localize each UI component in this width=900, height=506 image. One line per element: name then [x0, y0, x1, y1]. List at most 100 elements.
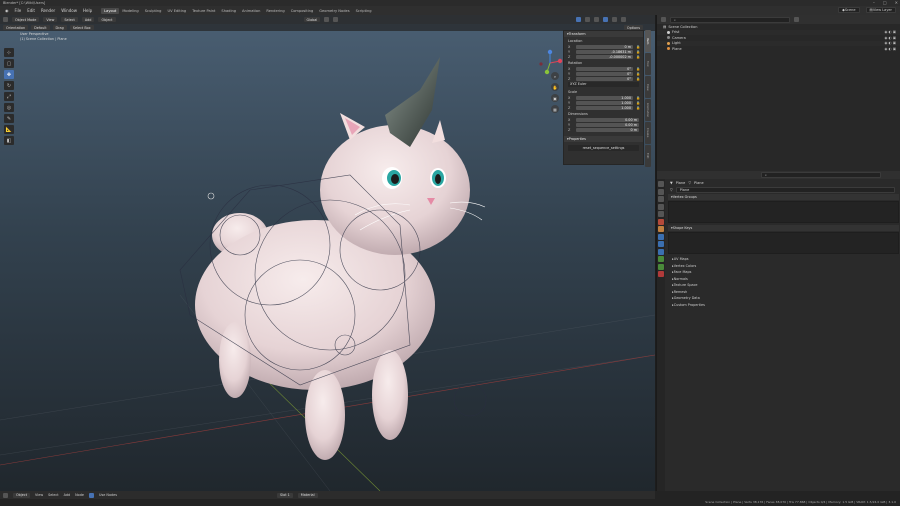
tab-modeling[interactable]: Modeling	[119, 8, 141, 14]
material-dropdown[interactable]: Material	[297, 492, 318, 498]
menu-window[interactable]: Window	[58, 8, 80, 13]
scene-tab-icon[interactable]	[658, 211, 664, 217]
transform-tool-icon[interactable]: ◎	[4, 103, 14, 112]
view-layer-selector[interactable]: ▤ View Layer	[865, 7, 896, 13]
tab-view[interactable]: View	[645, 76, 651, 98]
use-nodes-checkbox[interactable]	[89, 492, 94, 498]
data-name-field[interactable]: ▽ Plane	[666, 186, 900, 193]
tool-tab-icon[interactable]	[658, 181, 664, 187]
camera-view-icon[interactable]: ▣	[551, 94, 559, 102]
world-tab-icon[interactable]	[658, 218, 664, 225]
rotate-tool-icon[interactable]: ↻	[4, 81, 14, 90]
lock-icon[interactable]: 🔒	[636, 101, 640, 105]
tab-rendering[interactable]: Rendering	[263, 8, 287, 14]
view-layer-tab-icon[interactable]	[658, 203, 664, 210]
select-box-tool-icon[interactable]: ▢	[4, 59, 14, 68]
measure-tool-icon[interactable]: 📐	[4, 125, 14, 134]
scene-selector[interactable]: ◆ Scene	[838, 7, 860, 13]
zoom-icon[interactable]: ⌕	[551, 72, 559, 80]
dimensions-z-field[interactable]: 0 m	[576, 127, 639, 132]
lock-icon[interactable]: 🔒	[636, 106, 640, 110]
vertex-groups-section[interactable]: ▾ Vertex Groups	[668, 194, 899, 200]
scale-z-field[interactable]: 1.000	[576, 105, 633, 110]
physics-tab-icon[interactable]	[658, 248, 664, 255]
material-tab-icon[interactable]	[658, 271, 664, 277]
visibility-icons[interactable]: ◉ ◐ ▣	[884, 47, 896, 51]
modifiers-tab-icon[interactable]	[658, 233, 664, 240]
properties-panel-header[interactable]: ▾ Properties	[564, 136, 643, 142]
visibility-icons[interactable]: ◉ ◐ ▣	[884, 30, 896, 34]
scale-y-field[interactable]: 1.000	[576, 100, 633, 105]
rotation-z-field[interactable]: 0°	[576, 76, 633, 81]
menu-add-footer[interactable]: Add	[64, 493, 71, 497]
rotation-x-field[interactable]: 0°	[576, 66, 633, 71]
blender-logo-icon[interactable]: ◉	[2, 8, 12, 13]
tab-sculpting[interactable]: Sculpting	[142, 8, 165, 14]
shape-keys-list[interactable]	[668, 232, 899, 254]
visibility-icons[interactable]: ◉ ◐ ▣	[884, 36, 896, 40]
lock-icon[interactable]: 🔒	[636, 45, 640, 49]
cursor-tool-icon[interactable]: ⊹	[4, 48, 14, 57]
lock-icon[interactable]: 🔒	[636, 72, 640, 76]
add-cube-tool-icon[interactable]: ◧	[4, 136, 14, 145]
menu-render[interactable]: Render	[38, 8, 58, 13]
dimensions-x-field[interactable]: 0.00 m	[576, 117, 639, 122]
location-z-field[interactable]: -0.000002 m	[576, 54, 633, 59]
reset-sequence-settings-button[interactable]: reset_sequence_settings	[568, 145, 639, 151]
tab-geometry-nodes[interactable]: Geometry Nodes	[316, 8, 352, 14]
particles-tab-icon[interactable]	[658, 241, 664, 247]
move-tool-icon[interactable]: ✥	[4, 70, 14, 79]
slot-dropdown[interactable]: Slot 1	[277, 492, 293, 498]
tab-scripting[interactable]: Scripting	[353, 8, 375, 14]
ortho-toggle-icon[interactable]: ▦	[551, 105, 559, 113]
lock-icon[interactable]: 🔒	[636, 67, 640, 71]
outliner-search-input[interactable]: ⌕	[670, 16, 790, 23]
tab-texture-paint[interactable]: Texture Paint	[189, 8, 218, 14]
custom-properties-subpanel[interactable]: ▸ Custom Properties	[666, 302, 900, 309]
tab-compositing[interactable]: Compositing	[288, 8, 317, 14]
shape-keys-section[interactable]: ▾ Shape Keys	[668, 225, 899, 231]
3d-viewport[interactable]: Object Mode View Select Add Object Globa…	[0, 15, 655, 491]
menu-node-footer[interactable]: Node	[75, 493, 84, 497]
menu-help[interactable]: Help	[80, 8, 95, 13]
lock-icon[interactable]: 🔒	[636, 55, 640, 59]
menu-object-footer[interactable]: Object	[13, 492, 31, 498]
location-x-field[interactable]: 0 m	[576, 44, 633, 49]
scale-x-field[interactable]: 1.000	[576, 95, 633, 100]
output-tab-icon[interactable]	[658, 196, 664, 202]
outliner-item[interactable]: Plane ◉ ◐ ▣	[657, 46, 900, 52]
lock-icon[interactable]: 🔒	[636, 77, 640, 81]
navigation-gizmo[interactable]	[535, 48, 565, 78]
render-tab-icon[interactable]	[658, 188, 664, 195]
annotate-tool-icon[interactable]: ✎	[4, 114, 14, 123]
rotation-mode-dropdown[interactable]: XYZ Euler	[568, 82, 639, 87]
lock-icon[interactable]: 🔒	[636, 50, 640, 54]
tab-animation[interactable]: Animation	[239, 8, 263, 14]
menu-file[interactable]: File	[12, 8, 25, 13]
location-y-field[interactable]: -0.18631 m	[576, 49, 633, 54]
pan-icon[interactable]: ✋	[551, 83, 559, 91]
vertex-groups-list[interactable]	[668, 201, 899, 223]
properties-search-input[interactable]: ⌕	[761, 172, 881, 178]
visibility-icons[interactable]: ◉ ◐ ▣	[884, 41, 896, 45]
tab-create[interactable]: Create	[645, 122, 651, 144]
editor-type-icon[interactable]	[3, 492, 8, 498]
scale-tool-icon[interactable]: ⤢	[4, 92, 14, 101]
menu-view-footer[interactable]: View	[35, 493, 43, 497]
tab-edit[interactable]: Edit	[645, 145, 651, 167]
tab-shading[interactable]: Shading	[218, 8, 239, 14]
close-icon[interactable]: ✕	[895, 0, 898, 5]
menu-edit[interactable]: Edit	[24, 8, 38, 13]
menu-select-footer[interactable]: Select	[48, 493, 58, 497]
filter-icon[interactable]	[794, 17, 799, 22]
rotation-y-field[interactable]: 0°	[576, 71, 633, 76]
tab-tool[interactable]: Tool	[645, 53, 651, 75]
tab-animation[interactable]: Animation	[645, 99, 651, 121]
minimize-icon[interactable]: –	[873, 0, 875, 5]
tab-item[interactable]: Item	[645, 30, 651, 52]
maximize-icon[interactable]: □	[883, 0, 887, 5]
editor-type-icon[interactable]	[661, 17, 666, 22]
tab-uv-editing[interactable]: UV Editing	[164, 8, 189, 14]
constraints-tab-icon[interactable]	[658, 256, 664, 262]
dimensions-y-field[interactable]: 0.00 m	[576, 122, 639, 127]
